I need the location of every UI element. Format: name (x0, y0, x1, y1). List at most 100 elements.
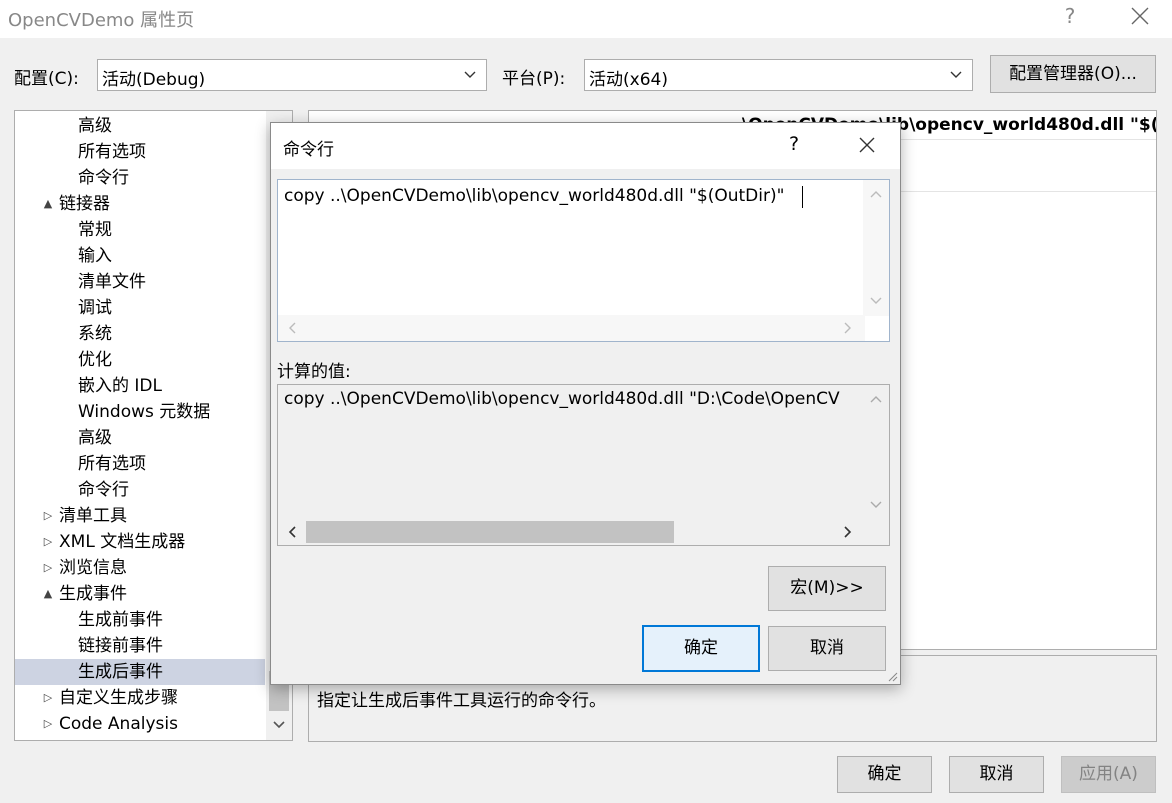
tree-item[interactable]: ▲ 生成事件 (15, 581, 265, 607)
tree-item[interactable]: 清单文件 (15, 269, 265, 295)
chevron-up-icon[interactable] (869, 393, 883, 407)
tree-item-label: 命令行 (78, 480, 129, 500)
tree-item[interactable]: ▷ 清单工具 (15, 503, 265, 529)
tree-item[interactable]: 高级 (15, 113, 265, 139)
tree-item-label: 嵌入的 IDL (78, 376, 162, 396)
tree-item-label: 高级 (78, 116, 112, 136)
command-vscroll[interactable] (863, 180, 889, 316)
tree-item[interactable]: 嵌入的 IDL (15, 373, 265, 399)
config-label: 配置(C): (14, 69, 79, 89)
platform-select-value: 活动(x64) (589, 70, 668, 90)
evaluated-hscroll[interactable] (278, 519, 865, 545)
expand-triangle-icon[interactable]: ▷ (41, 529, 55, 555)
evaluated-textbox[interactable]: copy ..\OpenCVDemo\lib\opencv_world480d.… (277, 384, 890, 546)
text-cursor (802, 186, 803, 208)
tree-item[interactable]: 生成前事件 (15, 607, 265, 633)
tree-item[interactable]: 链接前事件 (15, 633, 265, 659)
tree-item[interactable]: 所有选项 (15, 451, 265, 477)
tree-item-label: 命令行 (78, 168, 129, 188)
dialog-help-icon[interactable]: ? (789, 133, 799, 155)
tree-item-label: 系统 (78, 324, 112, 344)
dialog-ok-button[interactable]: 确定 (642, 625, 760, 672)
chevron-down-icon[interactable] (869, 293, 883, 307)
dialog-cancel-button[interactable]: 取消 (768, 626, 886, 671)
tree-item-label: 输入 (78, 246, 112, 266)
tree-item[interactable]: 所有选项 (15, 139, 265, 165)
close-icon[interactable] (1128, 4, 1152, 28)
tree-item[interactable]: 命令行 (15, 165, 265, 191)
tree-item-label: Windows 元数据 (78, 402, 211, 422)
tree-item[interactable]: 优化 (15, 347, 265, 373)
tree-item-label: 调试 (78, 298, 112, 318)
tree-item-label: 浏览信息 (59, 558, 127, 578)
chevron-right-icon[interactable] (840, 525, 854, 539)
tree-item[interactable]: 高级 (15, 425, 265, 451)
resize-grip-icon[interactable] (886, 670, 898, 682)
macros-button[interactable]: 宏(M)>> (768, 566, 886, 611)
dialog-title-bar: 命令行 ? (271, 123, 900, 169)
tree-item-label: XML 文档生成器 (59, 532, 186, 552)
evaluated-hscroll-thumb[interactable] (306, 521, 674, 543)
dialog-close-icon[interactable] (857, 135, 877, 155)
chevron-left-icon[interactable] (286, 321, 300, 335)
chevron-down-icon (948, 66, 964, 82)
command-text[interactable]: copy ..\OpenCVDemo\lib\opencv_world480d.… (284, 186, 784, 206)
tree-item[interactable]: ▷ 浏览信息 (15, 555, 265, 581)
dialog-title: 命令行 (283, 140, 334, 160)
command-line-dialog: 命令行 ? copy ..\OpenCVDemo\lib\opencv_worl… (270, 122, 901, 685)
help-icon[interactable]: ? (1060, 4, 1080, 28)
evaluated-vscroll[interactable] (863, 385, 889, 520)
platform-select[interactable]: 活动(x64) (584, 59, 973, 91)
expand-triangle-icon[interactable]: ▷ (41, 503, 55, 529)
chevron-down-icon (462, 66, 478, 82)
chevron-left-icon[interactable] (286, 525, 300, 539)
tree-item-label: 生成后事件 (78, 662, 163, 682)
tree-item[interactable]: ▷ 自定义生成步骤 (15, 685, 265, 711)
tree-item-label: 所有选项 (78, 142, 146, 162)
tree-item[interactable]: 系统 (15, 321, 265, 347)
config-manager-button[interactable]: 配置管理器(O)... (990, 55, 1156, 93)
expand-triangle-icon[interactable]: ▷ (41, 685, 55, 711)
tree-item-label: Code Analysis (59, 714, 178, 734)
chevron-down-icon[interactable] (869, 497, 883, 511)
tree-item[interactable]: 输入 (15, 243, 265, 269)
tree-item[interactable]: 生成后事件 (15, 659, 265, 685)
command-textbox[interactable]: copy ..\OpenCVDemo\lib\opencv_world480d.… (277, 179, 890, 342)
tree-item-label: 生成事件 (59, 584, 127, 604)
command-hscroll[interactable] (278, 315, 865, 341)
tree-item[interactable]: Windows 元数据 (15, 399, 265, 425)
evaluated-text: copy ..\OpenCVDemo\lib\opencv_world480d.… (284, 389, 840, 409)
expand-triangle-icon[interactable]: ▷ (41, 555, 55, 581)
tree-item[interactable]: ▷ Code Analysis (15, 711, 265, 737)
evaluated-value-label: 计算的值: (277, 362, 351, 382)
property-tree[interactable]: 高级 所有选项 命令行 ▲ 链接器 常规 输入 清单文件 调试 系统 优化 嵌入的 IDL Window… (14, 110, 293, 741)
tree-item[interactable]: ▷ XML 文档生成器 (15, 529, 265, 555)
tree-item[interactable]: 常规 (15, 217, 265, 243)
tree-item-label: 所有选项 (78, 454, 146, 474)
collapse-triangle-icon[interactable]: ▲ (41, 191, 55, 217)
tree-item-label: 链接前事件 (78, 636, 163, 656)
apply-button[interactable]: 应用(A) (1061, 756, 1156, 793)
expand-triangle-icon[interactable]: ▷ (41, 711, 55, 737)
tree-item-label: 清单工具 (59, 506, 127, 526)
ok-button[interactable]: 确定 (837, 756, 932, 793)
chevron-up-icon[interactable] (869, 188, 883, 202)
tree-item-label: 优化 (78, 350, 112, 370)
tree-item-label: 常规 (78, 220, 112, 240)
config-select[interactable]: 活动(Debug) (97, 59, 487, 91)
chevron-right-icon[interactable] (840, 321, 854, 335)
cancel-button[interactable]: 取消 (949, 756, 1044, 793)
window-title: OpenCVDemo 属性页 (8, 10, 195, 31)
config-select-value: 活动(Debug) (102, 70, 206, 90)
tree-item-label: 高级 (78, 428, 112, 448)
chevron-down-icon[interactable] (271, 717, 287, 733)
tree-item[interactable]: 命令行 (15, 477, 265, 503)
tree-item[interactable]: 调试 (15, 295, 265, 321)
collapse-triangle-icon[interactable]: ▲ (41, 581, 55, 607)
tree-item-label: 清单文件 (78, 272, 146, 292)
tree-item-label: 自定义生成步骤 (59, 688, 178, 708)
platform-label: 平台(P): (502, 69, 566, 89)
tree-item[interactable]: ▲ 链接器 (15, 191, 265, 217)
tree-item-label: 链接器 (59, 194, 110, 214)
description-text: 指定让生成后事件工具运行的命令行。 (317, 691, 606, 711)
